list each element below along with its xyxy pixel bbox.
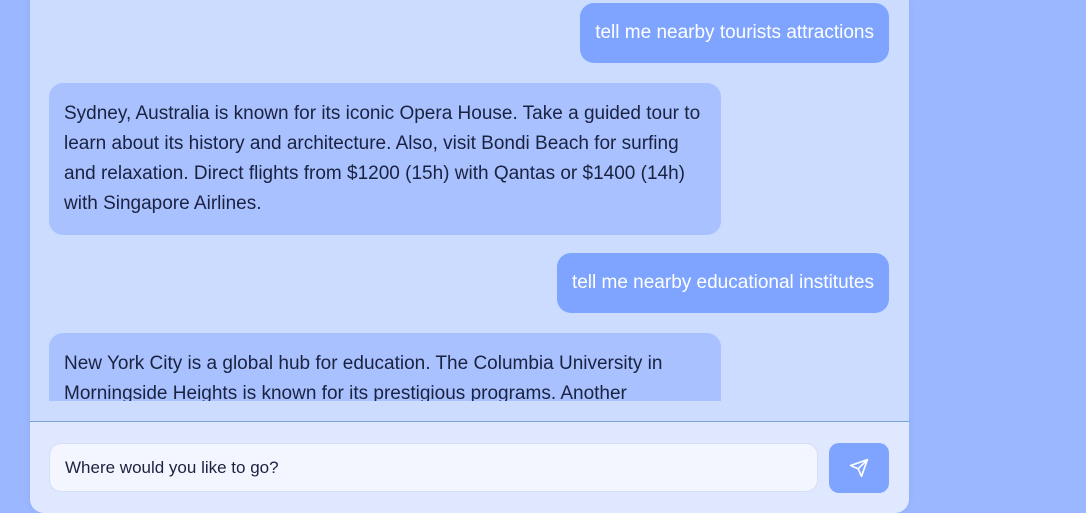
page: tell me nearby tourists attractions Sydn… xyxy=(0,0,1086,513)
destination-input[interactable] xyxy=(49,443,818,492)
chat-panel: tell me nearby tourists attractions Sydn… xyxy=(30,0,909,513)
composer xyxy=(30,421,909,513)
assistant-message: Sydney, Australia is known for its iconi… xyxy=(49,83,721,235)
send-icon xyxy=(849,458,869,478)
user-message: tell me nearby tourists attractions xyxy=(580,3,889,63)
message-list[interactable]: tell me nearby tourists attractions Sydn… xyxy=(30,0,909,401)
user-message: tell me nearby educational institutes xyxy=(556,253,889,313)
assistant-message: New York City is a global hub for educat… xyxy=(49,333,721,401)
send-button[interactable] xyxy=(829,443,889,493)
